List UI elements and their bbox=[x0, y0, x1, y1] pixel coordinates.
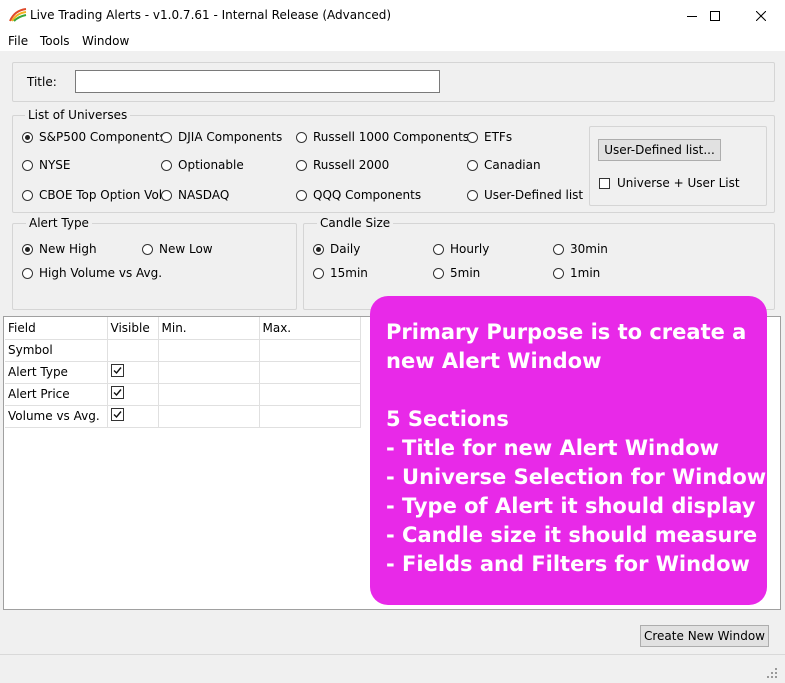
column-header-field[interactable]: Field bbox=[5, 317, 108, 340]
radio-djia[interactable]: DJIA Components bbox=[161, 130, 282, 144]
radio-indicator bbox=[22, 159, 33, 171]
max-cell[interactable] bbox=[259, 383, 361, 406]
maximize-button[interactable] bbox=[692, 0, 738, 31]
radio-5min[interactable]: 5min bbox=[433, 266, 480, 280]
universe-plus-user-checkbox[interactable]: Universe + User List bbox=[599, 176, 740, 190]
radio-hourly[interactable]: Hourly bbox=[433, 242, 489, 256]
field-cell: Symbol bbox=[5, 339, 108, 362]
radio-15min[interactable]: 15min bbox=[313, 266, 368, 280]
table-row[interactable]: Alert Price bbox=[5, 383, 361, 406]
radio-indicator bbox=[553, 267, 564, 279]
universes-group-label: List of Universes bbox=[25, 108, 131, 122]
min-cell[interactable] bbox=[158, 383, 260, 406]
max-cell[interactable] bbox=[259, 339, 361, 362]
radio-high-volume[interactable]: High Volume vs Avg. bbox=[22, 266, 162, 280]
radio-indicator bbox=[22, 131, 33, 143]
visible-cell[interactable] bbox=[107, 383, 159, 406]
radio-indicator bbox=[161, 159, 172, 171]
radio-new-low[interactable]: New Low bbox=[142, 242, 213, 256]
radio-optionable[interactable]: Optionable bbox=[161, 158, 244, 172]
visible-cell[interactable] bbox=[107, 361, 159, 384]
resize-grip-icon[interactable] bbox=[766, 667, 778, 679]
radio-indicator bbox=[22, 189, 33, 201]
max-cell[interactable] bbox=[259, 405, 361, 428]
table-row[interactable]: Alert Type bbox=[5, 361, 361, 384]
annotation-callout: Primary Purpose is to create a new Alert… bbox=[370, 296, 767, 605]
checkbox-box bbox=[599, 177, 610, 189]
max-cell[interactable] bbox=[259, 361, 361, 384]
radio-indicator bbox=[296, 131, 307, 143]
fields-table: Field Visible Min. Max. Symbol Alert Typ… bbox=[5, 317, 361, 428]
status-bar bbox=[0, 654, 785, 683]
radio-sp500[interactable]: S&P500 Components bbox=[22, 130, 166, 144]
radio-nyse[interactable]: NYSE bbox=[22, 158, 71, 172]
visible-cell[interactable] bbox=[107, 405, 159, 428]
radio-daily[interactable]: Daily bbox=[313, 242, 360, 256]
menu-bar: File Tools Window bbox=[0, 31, 785, 51]
close-button[interactable] bbox=[738, 0, 784, 31]
table-header-row: Field Visible Min. Max. bbox=[5, 317, 361, 340]
radio-cboe[interactable]: CBOE Top Option Vol bbox=[22, 188, 162, 202]
radio-indicator bbox=[22, 243, 33, 255]
radio-indicator bbox=[467, 159, 478, 171]
radio-indicator bbox=[467, 131, 478, 143]
min-cell[interactable] bbox=[158, 405, 260, 428]
field-cell: Alert Price bbox=[5, 383, 108, 406]
radio-indicator bbox=[22, 267, 33, 279]
title-input[interactable] bbox=[75, 70, 440, 93]
title-label: Title: bbox=[27, 75, 57, 89]
radio-russell1000[interactable]: Russell 1000 Components bbox=[296, 130, 469, 144]
checkbox-checked-icon[interactable] bbox=[110, 364, 124, 377]
radio-indicator bbox=[296, 159, 307, 171]
column-header-min[interactable]: Min. bbox=[158, 317, 260, 340]
radio-indicator bbox=[142, 243, 153, 255]
radio-1min[interactable]: 1min bbox=[553, 266, 600, 280]
maximize-icon bbox=[710, 10, 720, 21]
radio-indicator bbox=[433, 267, 444, 279]
checkbox-checked-icon[interactable] bbox=[110, 386, 124, 399]
close-icon bbox=[756, 10, 766, 21]
visible-cell[interactable] bbox=[107, 339, 159, 362]
radio-indicator bbox=[433, 243, 444, 255]
field-cell: Alert Type bbox=[5, 361, 108, 384]
field-cell: Volume vs Avg. bbox=[5, 405, 108, 428]
create-new-window-button[interactable]: Create New Window bbox=[640, 625, 769, 647]
menu-file[interactable]: File bbox=[8, 34, 28, 48]
radio-nasdaq[interactable]: NASDAQ bbox=[161, 188, 229, 202]
radio-user-defined[interactable]: User-Defined list bbox=[467, 188, 583, 202]
radio-indicator bbox=[161, 189, 172, 201]
radio-new-high[interactable]: New High bbox=[22, 242, 97, 256]
radio-indicator bbox=[161, 131, 172, 143]
column-header-max[interactable]: Max. bbox=[259, 317, 361, 340]
menu-tools[interactable]: Tools bbox=[40, 34, 70, 48]
radio-30min[interactable]: 30min bbox=[553, 242, 608, 256]
radio-canadian[interactable]: Canadian bbox=[467, 158, 541, 172]
min-cell[interactable] bbox=[158, 339, 260, 362]
user-list-panel bbox=[589, 126, 767, 206]
column-header-visible[interactable]: Visible bbox=[107, 317, 159, 340]
radio-indicator bbox=[553, 243, 564, 255]
table-row[interactable]: Volume vs Avg. bbox=[5, 405, 361, 428]
user-defined-list-button[interactable]: User-Defined list... bbox=[598, 139, 721, 161]
title-bar: Live Trading Alerts - v1.0.7.61 - Intern… bbox=[0, 0, 785, 31]
menu-window[interactable]: Window bbox=[82, 34, 129, 48]
radio-indicator bbox=[296, 189, 307, 201]
radio-indicator bbox=[313, 243, 324, 255]
column-divider bbox=[360, 317, 361, 339]
radio-indicator bbox=[313, 267, 324, 279]
min-cell[interactable] bbox=[158, 361, 260, 384]
table-row[interactable]: Symbol bbox=[5, 339, 361, 362]
candle-size-group-label: Candle Size bbox=[317, 216, 394, 230]
radio-etfs[interactable]: ETFs bbox=[467, 130, 512, 144]
alert-type-group-label: Alert Type bbox=[26, 216, 92, 230]
radio-qqq[interactable]: QQQ Components bbox=[296, 188, 421, 202]
app-logo-icon bbox=[9, 8, 27, 22]
window-title: Live Trading Alerts - v1.0.7.61 - Intern… bbox=[30, 8, 392, 22]
radio-russell2000[interactable]: Russell 2000 bbox=[296, 158, 389, 172]
checkbox-checked-icon[interactable] bbox=[110, 408, 124, 421]
radio-indicator bbox=[467, 189, 478, 201]
